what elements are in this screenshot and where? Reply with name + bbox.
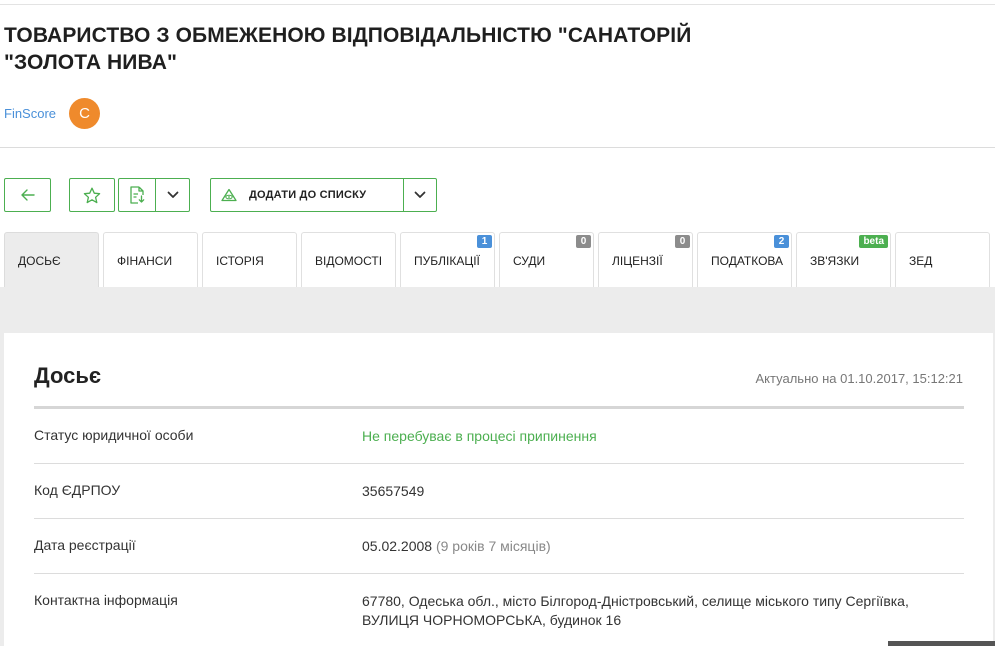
corner-bar [888,641,995,646]
address-line-2: ВУЛИЦЯ ЧОРНОМОРСЬКА, будинок 16 [362,612,622,628]
registration-date-value: 05.02.2008 (9 років 7 місяців) [362,537,551,556]
triangle-eye-icon [221,188,237,202]
dossier-title: Досьє [34,363,101,388]
tab-label: ІСТОРІЯ [216,254,264,268]
back-button[interactable] [4,178,51,212]
updated-timestamp: Актуально на 01.10.2017, 15:12:21 [755,371,963,386]
tab-count-badge: 1 [477,235,492,248]
dossier-row: Контактна інформація 67780, Одеська обл.… [34,574,964,644]
tab-foreign-trade[interactable]: ЗЕД [895,232,990,287]
tab-label: ЗВ'ЯЗКИ [810,254,860,268]
tab-records[interactable]: ВІДОМОСТІ [301,232,396,287]
finscore: FinScore C [4,98,101,129]
tab-tax[interactable]: 2 ПОДАТКОВА [697,232,792,287]
tab-label: ФІНАНСИ [117,254,173,268]
favorite-button[interactable] [69,178,115,212]
finscore-grade-badge[interactable]: C [69,98,101,129]
add-to-list-label: ДОДАТИ ДО СПИСКУ [249,189,367,201]
chevron-down-icon [414,191,426,199]
contact-info-value: 67780, Одеська обл., місто Білгород-Дніс… [362,592,909,630]
field-label: Статус юридичної особи [34,427,194,443]
dossier-row: Статус юридичної особи Не перебуває в пр… [34,409,964,464]
tab-count-badge: 0 [675,235,690,248]
dossier-row: Дата реєстрації 05.02.2008 (9 років 7 мі… [34,519,964,574]
add-to-list-dropdown-button[interactable] [403,178,437,212]
field-label: Дата реєстрації [34,537,136,553]
document-download-icon [129,186,145,204]
dossier-panel: Досьє Актуально на 01.10.2017, 15:12:21 … [4,333,993,646]
tab-label: СУДИ [513,254,546,268]
field-label: Контактна інформація [34,592,178,608]
document-dropdown-button[interactable] [155,178,190,212]
tab-licenses[interactable]: 0 ЛІЦЕНЗІЇ [598,232,693,287]
tab-beta-badge: beta [859,235,888,248]
address-line-1: 67780, Одеська обл., місто Білгород-Дніс… [362,593,909,609]
top-border [0,4,995,5]
tab-publications[interactable]: 1 ПУБЛІКАЦІЇ [400,232,495,287]
tab-label: ДОСЬЄ [18,254,61,268]
star-icon [83,187,101,204]
field-label: Код ЄДРПОУ [34,482,121,498]
dossier-row: Код ЄДРПОУ 35657549 [34,464,964,519]
tab-label: ПУБЛІКАЦІЇ [414,254,480,268]
tab-count-badge: 2 [774,235,789,248]
registration-age: (9 років 7 місяців) [435,538,551,554]
registration-date: 05.02.2008 [362,538,433,554]
tab-label: ЛІЦЕНЗІЇ [612,254,663,268]
company-title: ТОВАРИСТВО З ОБМЕЖЕНОЮ ВІДПОВІДАЛЬНІСТЮ … [4,24,692,74]
legal-status-value: Не перебуває в процесі припинення [362,428,597,444]
tab-label: ПОДАТКОВА [711,254,784,268]
chevron-down-icon [167,191,179,199]
tab-label: ЗЕД [909,254,933,268]
dossier-table: Статус юридичної особи Не перебуває в пр… [34,409,964,644]
tab-history[interactable]: ІСТОРІЯ [202,232,297,287]
tab-courts[interactable]: 0 СУДИ [499,232,594,287]
tab-connections[interactable]: beta ЗВ'ЯЗКИ [796,232,891,287]
document-download-button[interactable] [118,178,156,212]
tab-finances[interactable]: ФІНАНСИ [103,232,198,287]
tab-label: ВІДОМОСТІ [315,254,383,268]
edrpou-code-value: 35657549 [362,483,425,499]
header-divider [0,147,995,148]
finscore-link[interactable]: FinScore [4,106,56,121]
arrow-left-icon [20,189,35,201]
add-to-list-button[interactable]: ДОДАТИ ДО СПИСКУ [210,178,404,212]
tab-dossier[interactable]: ДОСЬЄ [4,232,99,287]
tab-count-badge: 0 [576,235,591,248]
tab-bar: ДОСЬЄ ФІНАНСИ ІСТОРІЯ ВІДОМОСТІ 1 ПУБЛІК… [4,232,995,287]
